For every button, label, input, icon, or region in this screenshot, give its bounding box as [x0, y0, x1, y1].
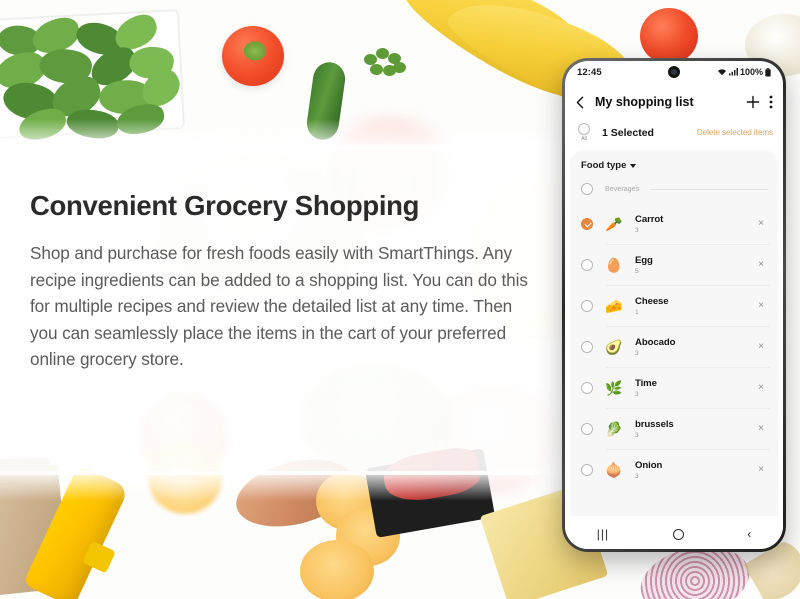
list-item[interactable]: 🥬 brussels 3 × [570, 408, 778, 449]
remove-item-button[interactable]: × [754, 214, 768, 233]
item-name: Time [635, 377, 657, 389]
select-all-circle-icon[interactable] [578, 123, 590, 135]
list-item[interactable]: 🧅 Onion 3 × [570, 449, 778, 490]
item-name: Abocado [635, 336, 676, 348]
list-item[interactable]: 🥚 Egg 5 × [570, 244, 778, 285]
item-name: Cheese [635, 295, 669, 307]
bg-tomato-stem [242, 40, 268, 62]
list-item[interactable]: 🌿 Time 3 × [570, 367, 778, 408]
item-text: Cheese 1 [635, 296, 744, 316]
select-all-label: All [581, 136, 587, 142]
remove-item-button[interactable]: × [754, 460, 768, 479]
nav-back-icon[interactable]: ‹ [747, 527, 751, 541]
item-name: Egg [635, 254, 653, 266]
promo-body-text: Shop and purchase for fresh foods easily… [30, 243, 528, 369]
item-thumbnail-icon: 🥬 [605, 420, 623, 437]
status-time: 12:45 [577, 66, 602, 78]
list-item[interactable]: 🧀 Cheese 1 × [570, 285, 778, 326]
item-checkbox-icon[interactable] [581, 422, 593, 435]
item-text: Carrot 3 [635, 214, 744, 234]
item-name: Carrot [635, 213, 664, 225]
list-item[interactable]: 🥕 Carrot 3 × [570, 203, 778, 244]
remove-item-button[interactable]: × [754, 419, 768, 438]
selected-count-label: 1 Selected [602, 126, 654, 139]
list-item[interactable]: 🥑 Abocado 3 × [570, 326, 778, 367]
item-quantity: 3 [635, 390, 639, 398]
plus-icon[interactable] [746, 95, 760, 109]
page-title: Convenient Grocery Shopping [30, 190, 420, 221]
app-bar-title: My shopping list [595, 95, 694, 109]
item-quantity: 5 [635, 267, 639, 275]
remove-item-button[interactable]: × [754, 337, 768, 356]
shopping-list-container: Food type Beverages 🥕 Carrot 3 × 🥚 Egg 5 × 🧀 Chee… [570, 150, 778, 516]
item-text: Time 3 [635, 378, 744, 398]
item-checkbox-icon[interactable] [581, 299, 593, 312]
food-type-filter[interactable]: Food type [570, 150, 778, 180]
item-name: brussels [635, 418, 674, 430]
battery-percent-label: 100% [739, 67, 763, 77]
home-icon[interactable] [672, 528, 684, 540]
selection-bar: All 1 Selected Delete selected items [565, 121, 783, 150]
item-text: brussels 3 [635, 419, 744, 439]
item-checkbox-icon[interactable] [581, 381, 593, 394]
item-thumbnail-icon: 🧅 [605, 461, 623, 478]
cellular-signal-icon [729, 68, 738, 76]
category-label: Beverages [605, 185, 640, 193]
food-type-label: Food type [581, 160, 627, 171]
item-checkbox-icon[interactable] [581, 340, 593, 353]
remove-item-button[interactable]: × [754, 255, 768, 274]
android-nav-bar: ||| ‹ [565, 519, 783, 549]
shopping-list-items: 🥕 Carrot 3 × 🥚 Egg 5 × 🧀 Cheese 1 × 🥑 Abocado 3 × 🌿 Time 3… [570, 203, 778, 490]
delete-selected-items-button[interactable]: Delete selected items [697, 128, 773, 137]
item-thumbnail-icon: 🥚 [605, 256, 623, 273]
back-chevron-icon[interactable] [575, 96, 586, 109]
item-thumbnail-icon: 🥑 [605, 338, 623, 355]
category-checkbox-icon[interactable] [581, 183, 593, 195]
phone-mockup: 12:45 100% My shopping list All 1 Select… [562, 58, 786, 552]
select-all-checkbox[interactable]: All [576, 123, 592, 142]
status-icons: 100% [717, 67, 771, 77]
front-camera-punch-hole-icon [668, 66, 680, 78]
recents-icon[interactable]: ||| [597, 527, 609, 541]
overflow-menu-icon[interactable] [769, 95, 773, 109]
item-thumbnail-icon: 🌿 [605, 379, 623, 396]
item-quantity: 3 [635, 349, 639, 357]
app-bar: My shopping list [565, 83, 783, 121]
item-text: Onion 3 [635, 460, 744, 480]
item-thumbnail-icon: 🧀 [605, 297, 623, 314]
item-text: Abocado 3 [635, 337, 744, 357]
remove-item-button[interactable]: × [754, 296, 768, 315]
item-checkbox-icon[interactable] [581, 258, 593, 271]
item-name: Onion [635, 459, 663, 471]
wifi-icon [717, 68, 727, 76]
bg-sweet-potato-slice-3 [300, 540, 374, 599]
category-row-beverages[interactable]: Beverages [570, 180, 778, 203]
promo-copy-block: Convenient Grocery Shopping Shop and pur… [30, 190, 530, 373]
remove-item-button[interactable]: × [754, 378, 768, 397]
item-quantity: 3 [635, 431, 639, 439]
item-quantity: 1 [635, 308, 639, 316]
item-checkbox-icon[interactable] [581, 463, 593, 476]
bg-tomato-2 [640, 8, 698, 64]
chevron-down-icon[interactable] [630, 163, 637, 168]
battery-icon [765, 67, 771, 77]
category-divider [651, 188, 768, 190]
phone-screen: 12:45 100% My shopping list All 1 Select… [565, 61, 783, 549]
status-bar: 12:45 100% [565, 61, 783, 83]
bg-parsley [362, 48, 406, 78]
item-checkbox-icon[interactable] [581, 217, 593, 230]
item-text: Egg 5 [635, 255, 744, 275]
item-quantity: 3 [635, 226, 639, 234]
item-quantity: 3 [635, 472, 639, 480]
item-thumbnail-icon: 🥕 [605, 215, 623, 232]
